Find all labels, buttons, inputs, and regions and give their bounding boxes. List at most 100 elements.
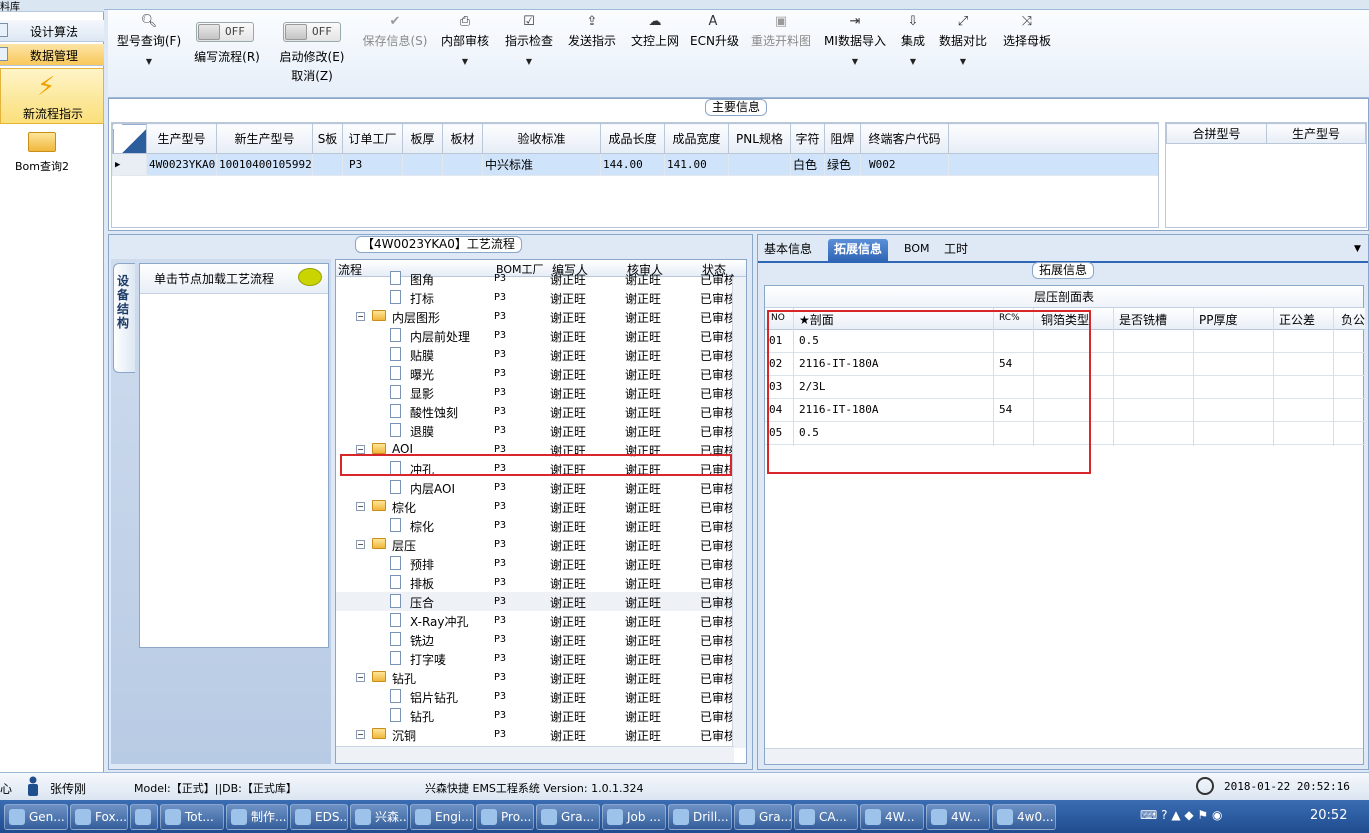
tree-row[interactable]: − 钻孔 P3 谢正旺 谢正旺 已审核: [336, 668, 734, 687]
cell[interactable]: [442, 153, 483, 176]
col-header[interactable]: 成品长度: [600, 123, 665, 154]
cell[interactable]: [312, 153, 343, 176]
cell[interactable]: 141.00: [664, 153, 729, 176]
chevron-down-icon[interactable]: ▼: [822, 57, 888, 66]
taskbar-app-button[interactable]: CA...: [794, 804, 858, 830]
model-query-button[interactable]: 🔍︎ 型号查询(F) ▼: [114, 14, 184, 66]
tree-row[interactable]: − 内层图形 P3 谢正旺 谢正旺 已审核: [336, 307, 734, 326]
reselect-cutting-chart-button[interactable]: ▣ 重选开料图: [748, 14, 814, 49]
col-header[interactable]: 成品宽度: [664, 123, 729, 154]
horizontal-scrollbar[interactable]: [336, 746, 734, 763]
save-info-button[interactable]: ✔ 保存信息(S): [358, 14, 432, 49]
cell[interactable]: 10010400105992: [216, 153, 313, 176]
chevron-down-icon[interactable]: ▼: [1354, 239, 1361, 261]
col-header[interactable]: 字符: [790, 123, 825, 154]
tree-row[interactable]: 显影 P3 谢正旺 谢正旺 已审核: [336, 383, 734, 402]
col-header[interactable]: RC%: [999, 313, 1020, 323]
tree-row[interactable]: 预排 P3 谢正旺 谢正旺 已审核: [336, 554, 734, 573]
cell[interactable]: 4W0023YKA0: [146, 153, 217, 176]
tab-work-hours[interactable]: 工时: [944, 239, 968, 261]
stackup-row[interactable]: 02 2116-IT-180A 54: [765, 353, 1365, 376]
tree-row[interactable]: 酸性蚀刻 P3 谢正旺 谢正旺 已审核: [336, 402, 734, 421]
tab-basic-info[interactable]: 基本信息: [764, 239, 812, 261]
load-process-box[interactable]: 单击节点加载工艺流程: [139, 263, 329, 648]
integrate-button[interactable]: ⇩ 集成 ▼: [896, 14, 930, 66]
col-header[interactable]: 终端客户代码: [860, 123, 949, 154]
cell[interactable]: [402, 153, 443, 176]
horizontal-scrollbar[interactable]: [765, 748, 1363, 764]
col-header[interactable]: ★剖面: [799, 311, 834, 328]
collapse-toggle-icon[interactable]: −: [356, 312, 365, 321]
col-header[interactable]: 正公差: [1279, 311, 1315, 328]
col-header[interactable]: PP厚度: [1199, 311, 1237, 328]
stackup-row[interactable]: 05 0.5: [765, 422, 1365, 445]
tab-equipment-structure[interactable]: 设备结构: [113, 263, 135, 373]
cell[interactable]: 绿色: [824, 153, 861, 176]
stackup-row[interactable]: 03 2/3L: [765, 376, 1365, 399]
nav-item-bom-query[interactable]: Bom查询2: [0, 128, 104, 178]
tab-bom[interactable]: BOM: [904, 239, 930, 261]
taskbar-app-button[interactable]: Pro...: [476, 804, 534, 830]
tree-row[interactable]: 贴膜 P3 谢正旺 谢正旺 已审核: [336, 345, 734, 364]
cell[interactable]: [728, 153, 791, 176]
chevron-down-icon[interactable]: ▼: [896, 57, 930, 66]
table-row[interactable]: ▶ 4W0023YKA0 10010400105992 P3 中兴标准 144.…: [112, 153, 1158, 176]
tree-row[interactable]: − 棕化 P3 谢正旺 谢正旺 已审核: [336, 497, 734, 516]
collapse-toggle-icon[interactable]: −: [356, 730, 365, 739]
cell[interactable]: W002: [860, 153, 949, 176]
nav-item-design-algorithm[interactable]: 设计算法: [0, 20, 104, 42]
tree-row[interactable]: 钻孔 P3 谢正旺 谢正旺 已审核: [336, 706, 734, 725]
tree-row[interactable]: − AOI P3 谢正旺 谢正旺 已审核: [336, 440, 734, 459]
col-header[interactable]: 验收标准: [482, 123, 601, 154]
tree-row[interactable]: 图角 P3 谢正旺 谢正旺 已审核: [336, 269, 734, 288]
chevron-down-icon[interactable]: ▼: [440, 57, 490, 66]
col-header[interactable]: 板材: [442, 123, 483, 154]
ecn-upgrade-button[interactable]: A ECN升级: [690, 14, 739, 49]
taskbar-app-button[interactable]: 4w0...: [992, 804, 1056, 830]
taskbar-app-button[interactable]: Drill...: [668, 804, 732, 830]
stackup-row[interactable]: 04 2116-IT-180A 54: [765, 399, 1365, 422]
instruction-check-button[interactable]: ☑ 指示检查 ▼: [504, 14, 554, 66]
tab-extended-info[interactable]: 拓展信息: [828, 239, 889, 261]
col-header[interactable]: 是否铣槽: [1119, 311, 1167, 328]
cell[interactable]: 白色: [790, 153, 825, 176]
taskbar-app-button[interactable]: Job ...: [602, 804, 666, 830]
tree-row[interactable]: 内层AOI P3 谢正旺 谢正旺 已审核: [336, 478, 734, 497]
col-header[interactable]: PNL规格: [728, 123, 791, 154]
col-header[interactable]: 订单工厂: [342, 123, 403, 154]
taskbar-app-button[interactable]: EDS...: [290, 804, 348, 830]
start-edit-toggle[interactable]: OFF: [283, 22, 341, 42]
tree-row[interactable]: 内层前处理 P3 谢正旺 谢正旺 已审核: [336, 326, 734, 345]
tray-icons[interactable]: ⌨ ? ▲ ◆ ⚑ ◉: [1140, 808, 1222, 822]
collapse-toggle-icon[interactable]: −: [356, 673, 365, 682]
taskbar-app-button[interactable]: Gra...: [536, 804, 600, 830]
cancel-button[interactable]: 取消(Z): [276, 67, 348, 84]
col-header[interactable]: 生产型号: [146, 123, 217, 154]
stackup-row[interactable]: 01 0.5: [765, 330, 1365, 353]
tree-row[interactable]: 棕化 P3 谢正旺 谢正旺 已审核: [336, 516, 734, 535]
tree-row[interactable]: − 层压 P3 谢正旺 谢正旺 已审核: [336, 535, 734, 554]
taskbar-app-button[interactable]: Fox...: [70, 804, 128, 830]
col-header[interactable]: S板: [312, 123, 343, 154]
tree-row[interactable]: 压合 P3 谢正旺 谢正旺 已审核: [336, 592, 734, 611]
send-instruction-button[interactable]: ⇪ 发送指示: [567, 14, 617, 49]
collapse-toggle-icon[interactable]: −: [356, 540, 365, 549]
tree-row[interactable]: 打字唛 P3 谢正旺 谢正旺 已审核: [336, 649, 734, 668]
chevron-down-icon[interactable]: ▼: [938, 57, 988, 66]
mi-data-import-button[interactable]: ⇥ MI数据导入 ▼: [822, 14, 888, 66]
col-header[interactable]: NO: [771, 313, 785, 323]
col-header[interactable]: 负公: [1341, 311, 1365, 328]
internal-review-button[interactable]: ⎙ 内部审核 ▼: [440, 14, 490, 66]
data-compare-button[interactable]: ⤢ 数据对比 ▼: [938, 14, 988, 66]
cell[interactable]: 144.00: [600, 153, 665, 176]
tree-row[interactable]: 打标 P3 谢正旺 谢正旺 已审核: [336, 288, 734, 307]
taskbar-app-button[interactable]: [130, 804, 158, 830]
cell[interactable]: P3: [342, 153, 403, 176]
tree-row[interactable]: 冲孔 P3 谢正旺 谢正旺 已审核: [336, 459, 734, 478]
tree-row[interactable]: X-Ray冲孔 P3 谢正旺 谢正旺 已审核: [336, 611, 734, 630]
select-mother-board-button[interactable]: ⤨ 选择母板: [1002, 14, 1052, 49]
col-header[interactable]: 新生产型号: [216, 123, 313, 154]
taskbar-clock[interactable]: 20:52: [1310, 808, 1347, 823]
taskbar-app-button[interactable]: Gen...: [4, 804, 68, 830]
collapse-toggle-icon[interactable]: −: [356, 445, 365, 454]
